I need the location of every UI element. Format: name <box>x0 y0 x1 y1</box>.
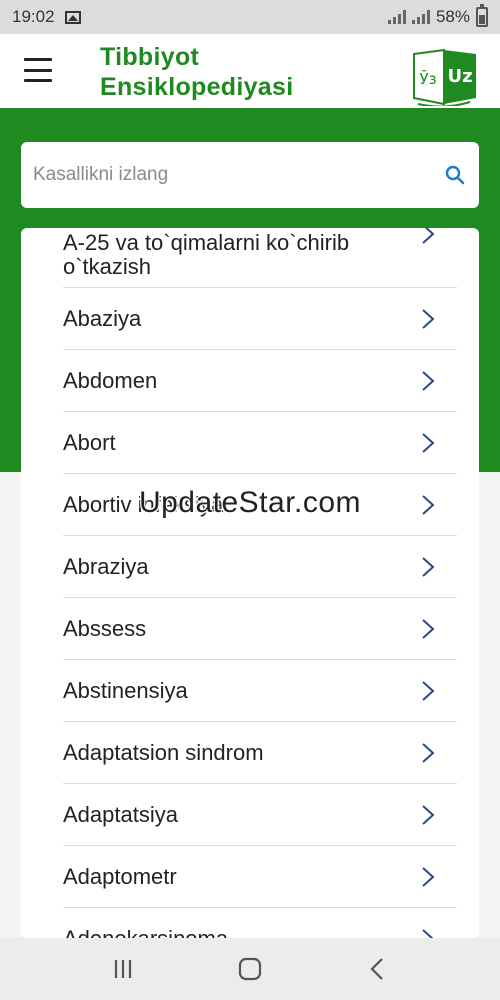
chevron-right-icon <box>422 308 435 329</box>
list-item-label: Adaptatsion sindrom <box>63 739 264 765</box>
list-item[interactable]: A-25 va to`qimalarni ko`chirib o`tkazish <box>63 228 457 288</box>
list-item[interactable]: Abort <box>63 412 457 474</box>
chevron-right-icon <box>422 742 435 763</box>
list-item[interactable]: Adaptatsion sindrom <box>63 722 457 784</box>
list-item-label: Abssess <box>63 615 147 641</box>
search-box <box>21 142 479 208</box>
list-item-label: Abort <box>63 429 116 455</box>
list-item[interactable]: Abstinensiya <box>63 660 457 722</box>
list-item-label: Adaptatsiya <box>63 801 178 827</box>
list-item[interactable]: Adaptometr <box>63 846 457 908</box>
language-logo-icon[interactable]: Ўз Uz <box>408 46 480 106</box>
list-item[interactable]: Adaptatsiya <box>63 784 457 846</box>
list-item-label: Abdomen <box>63 367 158 393</box>
chevron-right-icon <box>422 370 435 391</box>
recent-apps-icon[interactable] <box>103 949 143 989</box>
list-item-label: A-25 va to`qimalarni ko`chirib o`tkazish <box>63 230 350 279</box>
search-input[interactable] <box>33 164 443 186</box>
back-icon[interactable] <box>357 949 397 989</box>
app-title: Tibbiyot Ensiklopediyasi <box>100 42 293 102</box>
battery-percent: 58% <box>435 7 470 26</box>
list-item[interactable]: Adenokarsinoma <box>63 908 457 938</box>
chevron-right-icon <box>422 228 435 244</box>
app-title-line1: Tibbiyot <box>100 43 200 71</box>
chevron-right-icon <box>422 929 434 938</box>
hamburger-menu-icon[interactable] <box>24 58 54 82</box>
logo-right-text: Uz <box>447 66 472 87</box>
list-item-label: Abstinensiya <box>63 677 188 703</box>
chevron-right-icon <box>422 494 435 515</box>
chevron-right-icon <box>422 866 435 887</box>
status-bar: 19:02 58% <box>0 0 500 34</box>
list-item-label: Abaziya <box>63 305 142 331</box>
system-nav-bar <box>0 938 500 1000</box>
chevron-right-icon <box>422 804 435 825</box>
battery-icon <box>476 4 488 27</box>
search-icon[interactable] <box>443 163 467 187</box>
chevron-right-icon <box>422 432 435 453</box>
image-notification-icon <box>64 10 81 24</box>
cell-signal-icon <box>411 10 430 24</box>
app-title-line2: Ensiklopediyasi <box>100 73 294 101</box>
chevron-right-icon <box>422 556 435 577</box>
status-time: 19:02 <box>12 7 55 26</box>
list-item-label: Abraziya <box>63 553 149 579</box>
list-item[interactable]: Abaziya <box>63 288 457 350</box>
logo-left-text: Ўз <box>419 69 436 88</box>
list-item-label: Adaptometr <box>63 863 177 889</box>
disease-list: A-25 va to`qimalarni ko`chirib o`tkazish… <box>21 228 479 938</box>
list-item-label: Adenokarsinoma <box>63 926 419 938</box>
wifi-signal-icon <box>387 10 406 24</box>
app-header: Tibbiyot Ensiklopediyasi Ўз Uz <box>0 34 500 108</box>
list-item-label: Abortiv infeksiya <box>63 491 224 517</box>
list-item[interactable]: Abraziya <box>63 536 457 598</box>
list-item[interactable]: Abssess <box>63 598 457 660</box>
chevron-right-icon <box>422 680 435 701</box>
chevron-right-icon <box>422 618 435 639</box>
list-item[interactable]: Abdomen <box>63 350 457 412</box>
home-icon[interactable] <box>230 949 270 989</box>
list-item[interactable]: Abortiv infeksiya <box>63 474 457 536</box>
